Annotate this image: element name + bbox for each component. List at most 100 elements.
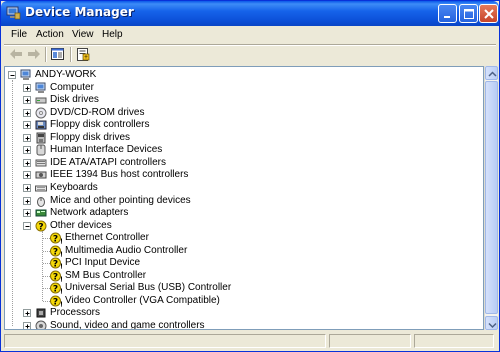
tree-item-label: Sound, video and game controllers: [50, 320, 205, 330]
tree-root[interactable]: ANDY-WORK: [5, 69, 475, 81]
expand-icon[interactable]: [23, 309, 31, 318]
tree-item-label: Processors: [50, 307, 101, 319]
tree-item-label: Multimedia Audio Controller: [65, 244, 188, 256]
floppy-controller-icon: [35, 120, 47, 130]
expand-icon[interactable]: [23, 83, 31, 92]
scroll-down-arrow-icon: [488, 322, 497, 329]
tree-category[interactable]: DVD/CD-ROM drives: [5, 107, 475, 119]
tree-item-label: DVD/CD-ROM drives: [50, 106, 145, 118]
tree-category[interactable]: Floppy disk controllers: [5, 119, 475, 131]
tree-category[interactable]: Processors: [5, 307, 475, 319]
show-hide-console-tree-icon[interactable]: [50, 47, 66, 61]
minimize-icon: [444, 16, 450, 18]
svg-text:!: !: [60, 250, 62, 257]
scroll-down-button[interactable]: [485, 316, 498, 330]
device-manager-icon: [6, 6, 21, 20]
ide-controller-icon: [35, 159, 47, 167]
unknown-device-warning-icon: ?!: [50, 245, 62, 257]
tree-connector: [43, 275, 50, 277]
svg-text:?: ?: [53, 235, 58, 245]
menu-action[interactable]: Action: [36, 29, 64, 40]
svg-text:!: !: [60, 275, 62, 282]
scroll-up-arrow-icon: [488, 71, 497, 77]
tree-connector: [43, 263, 50, 265]
expand-icon[interactable]: [23, 96, 31, 105]
title-bar[interactable]: Device Manager: [1, 1, 499, 26]
back-arrow-icon[interactable]: [8, 47, 24, 61]
keyboard-icon: [35, 185, 47, 192]
expand-icon[interactable]: [23, 108, 31, 117]
tree-category[interactable]: Mice and other pointing devices: [5, 195, 475, 207]
tree-connector: [43, 300, 50, 302]
unknown-device-warning-icon: ?!: [50, 270, 62, 282]
status-pane-main: [4, 334, 326, 348]
expand-icon[interactable]: [23, 121, 31, 130]
tree-item-label: IDE ATA/ATAPI controllers: [50, 156, 166, 168]
hid-icon: [36, 144, 46, 156]
tree-category[interactable]: Human Interface Devices: [5, 144, 475, 156]
expand-icon[interactable]: [23, 146, 31, 155]
menu-help[interactable]: Help: [102, 29, 123, 40]
tree-category[interactable]: Sound, video and game controllers: [5, 320, 475, 330]
cdrom-icon: [35, 107, 47, 119]
tree-category[interactable]: Keyboards: [5, 182, 475, 194]
maximize-icon: [464, 9, 474, 19]
tree-connector: [43, 288, 50, 290]
properties-icon[interactable]: [75, 47, 91, 61]
expand-icon[interactable]: [23, 183, 31, 192]
device-tree[interactable]: ANDY-WORK Computer Disk drives DVD/CD-ROM d…: [4, 66, 484, 330]
tree-category[interactable]: ? Other devices: [5, 220, 475, 232]
ieee1394-icon: [35, 171, 47, 179]
tree-category[interactable]: Computer: [5, 82, 475, 94]
svg-text:!: !: [60, 263, 62, 270]
tree-item-label: Floppy disk controllers: [50, 119, 150, 131]
svg-text:?: ?: [53, 260, 58, 270]
vertical-scrollbar[interactable]: [484, 66, 498, 330]
tree-device[interactable]: ?!Video Controller (VGA Compatible): [5, 295, 475, 307]
minimize-button[interactable]: [438, 4, 457, 23]
expand-icon[interactable]: [23, 133, 31, 142]
tree-item-label: ANDY-WORK: [35, 69, 97, 80]
network-adapter-icon: [35, 209, 47, 217]
tree-category[interactable]: IDE ATA/ATAPI controllers: [5, 157, 475, 169]
toolbar: [4, 45, 496, 65]
tree-item-label: Computer: [50, 81, 94, 93]
tree-category[interactable]: Floppy disk drives: [5, 132, 475, 144]
tree-device[interactable]: ?!Universal Serial Bus (USB) Controller: [5, 282, 475, 294]
tree-category[interactable]: Network adapters: [5, 207, 475, 219]
close-button[interactable]: [479, 4, 498, 23]
device-manager-window: Device Manager File Action View Help AND…: [0, 0, 500, 352]
toolbar-separator: [45, 47, 46, 62]
tree-device[interactable]: ?!Ethernet Controller: [5, 232, 475, 244]
tree-item-label: PCI Input Device: [65, 257, 141, 269]
menu-view[interactable]: View: [72, 29, 94, 40]
svg-text:!: !: [60, 238, 62, 245]
tree-device[interactable]: ?!Multimedia Audio Controller: [5, 245, 475, 257]
scroll-thumb[interactable]: [485, 81, 498, 314]
tree-device[interactable]: ?!PCI Input Device: [5, 257, 475, 269]
tree-item-label: IEEE 1394 Bus host controllers: [50, 169, 189, 181]
status-pane-3: [414, 334, 494, 348]
maximize-button[interactable]: [459, 4, 478, 23]
expand-icon[interactable]: [23, 196, 31, 205]
collapse-icon[interactable]: [23, 221, 31, 230]
expand-icon[interactable]: [23, 171, 31, 180]
unknown-device-warning-icon: ?!: [50, 232, 62, 244]
svg-text:?: ?: [53, 247, 58, 257]
expand-icon[interactable]: [23, 322, 31, 329]
tree-category[interactable]: IEEE 1394 Bus host controllers: [5, 169, 475, 181]
tree-category[interactable]: Disk drives: [5, 94, 475, 106]
menu-file[interactable]: File: [11, 29, 27, 40]
unknown-device-warning-icon: ?!: [50, 257, 62, 269]
tree-item-label: Video Controller (VGA Compatible): [65, 294, 220, 306]
collapse-icon[interactable]: [8, 71, 16, 79]
forward-arrow-icon[interactable]: [26, 47, 42, 61]
tree-device[interactable]: ?!SM Bus Controller: [5, 270, 475, 282]
tree-connector: [42, 230, 43, 301]
mouse-icon: [37, 196, 45, 207]
scroll-up-button[interactable]: [485, 66, 498, 80]
unknown-device-warning-icon: ?!: [50, 282, 62, 294]
window-title: Device Manager: [25, 5, 134, 19]
expand-icon[interactable]: [23, 209, 31, 218]
expand-icon[interactable]: [23, 158, 31, 167]
